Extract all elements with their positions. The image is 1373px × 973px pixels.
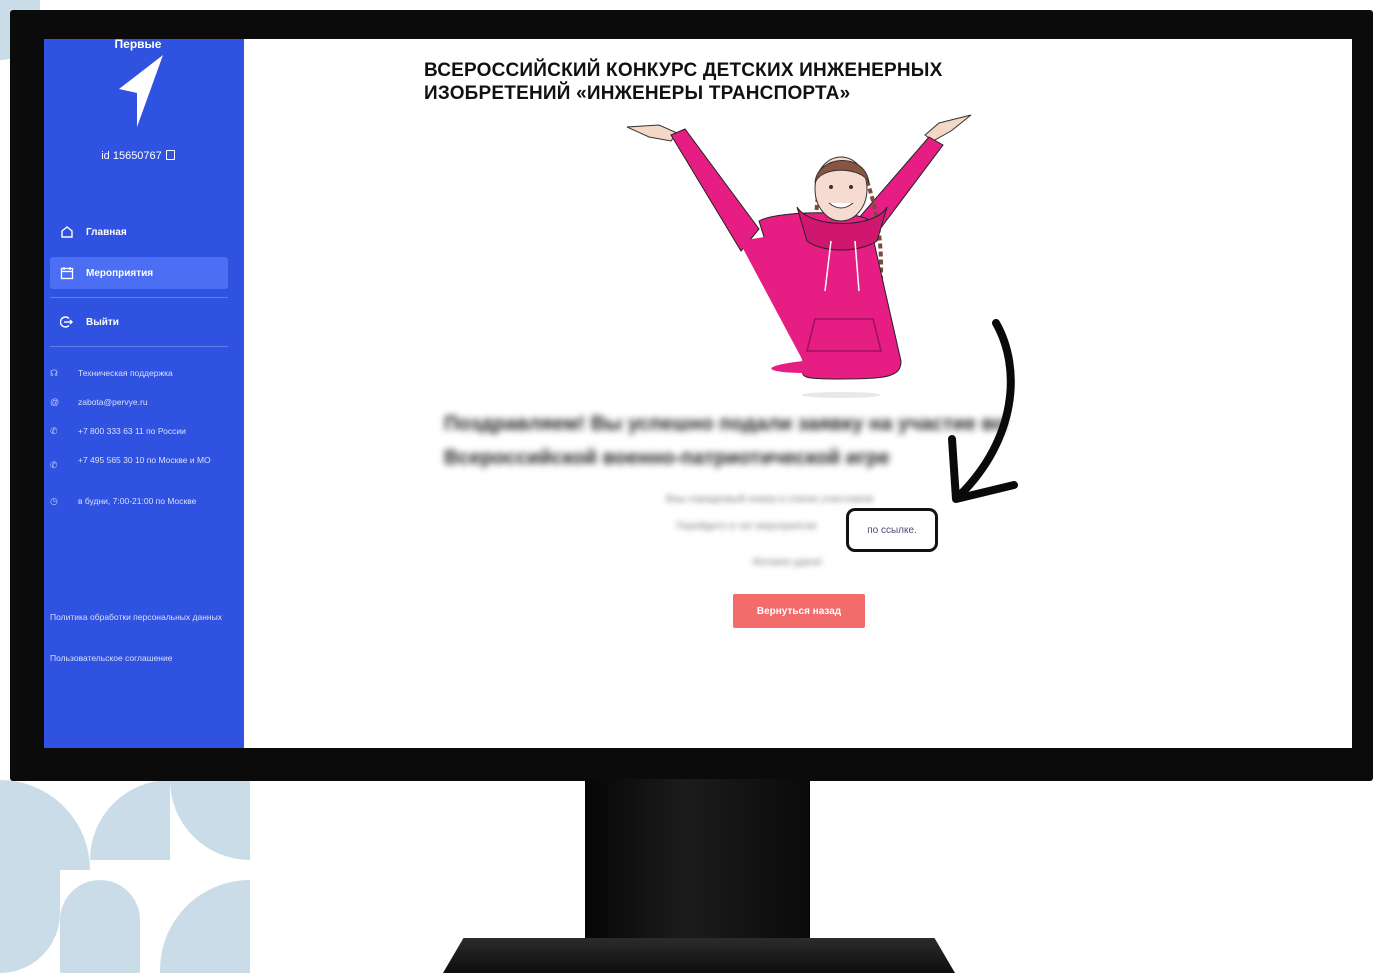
headset-icon: ☊ [50,368,58,378]
contact-text: zabota@pervye.ru [78,397,148,407]
clock-icon: ◷ [50,496,58,506]
brand-logo-icon [119,55,163,127]
nav-divider [50,346,228,347]
sidebar: Первые id 15650767 Главная Мероприятия В… [44,39,244,748]
contact-phone-russia[interactable]: ✆ +7 800 333 63 11 по России [50,426,230,437]
user-id: id 15650767 [44,150,232,162]
nav-item-home[interactable]: Главная [50,216,228,248]
contact-text: Техническая поддержка [78,368,173,378]
event-chat-link[interactable]: по ссылке. [846,508,938,552]
monitor-base [443,938,955,973]
back-button[interactable]: Вернуться назад [733,594,865,628]
girl-illustration [626,114,972,398]
contact-text: в будни, 7:00-21:00 по Москве [78,496,197,506]
user-id-text: id 15650767 [101,150,162,162]
nav-item-events[interactable]: Мероприятия [50,257,228,289]
nav-divider [50,297,228,298]
nav-item-label: Мероприятия [86,267,154,279]
screen: Первые id 15650767 Главная Мероприятия В… [44,39,1352,748]
phone-icon: ✆ [50,426,58,436]
success-title-line-1: Поздравляем! Вы успешно подали заявку на… [444,413,1006,435]
arrow-annotation-icon [948,319,1018,503]
nav-item-label: Главная [86,226,127,238]
success-title-line-2: Всероссийской военно-патриотической игре [444,447,890,469]
contact-text: +7 800 333 63 11 по России [78,426,186,436]
contact-support: ☊ Техническая поддержка [50,368,230,379]
event-chat-link-text: по ссылке. [867,524,917,536]
headline-line-2: ИЗОБРЕТЕНИЙ «ИНЖЕНЕРЫ ТРАНСПОРТА» [424,83,851,104]
headline-line-1: ВСЕРОССИЙСКИЙ КОНКУРС ДЕТСКИХ ИНЖЕНЕРНЫХ [424,60,943,81]
contact-email[interactable]: @ zabota@pervye.ru [50,397,230,407]
info-line-3: Желаем удачи! [752,557,823,568]
brand-name: Первые [114,39,162,51]
page-headline: ВСЕРОССИЙСКИЙ КОНКУРС ДЕТСКИХ ИНЖЕНЕРНЫХ… [424,59,1124,105]
user-agreement-link[interactable]: Пользовательское соглашение [50,652,230,664]
home-icon [60,225,86,239]
contact-phone-moscow[interactable]: ✆ +7 495 565 30 10 по Москве и МО [50,455,230,471]
nav-item-logout[interactable]: Выйти [50,306,228,338]
logout-icon [60,315,86,329]
copy-icon[interactable] [165,150,175,160]
nav-item-label: Выйти [86,316,119,328]
at-icon: @ [50,397,60,407]
info-line-2: Перейдите в чат мероприятия [676,521,817,532]
contact-hours: ◷ в будни, 7:00-21:00 по Москве [50,496,230,507]
calendar-icon [60,266,86,280]
monitor-stand [585,779,810,944]
phone-icon: ✆ [50,460,58,470]
contact-text: +7 495 565 30 10 по Москве и МО [78,455,211,465]
privacy-policy-link[interactable]: Политика обработки персональных данных [50,611,230,623]
info-line-1: Ваш порядковый номер в списке участников [666,494,874,505]
